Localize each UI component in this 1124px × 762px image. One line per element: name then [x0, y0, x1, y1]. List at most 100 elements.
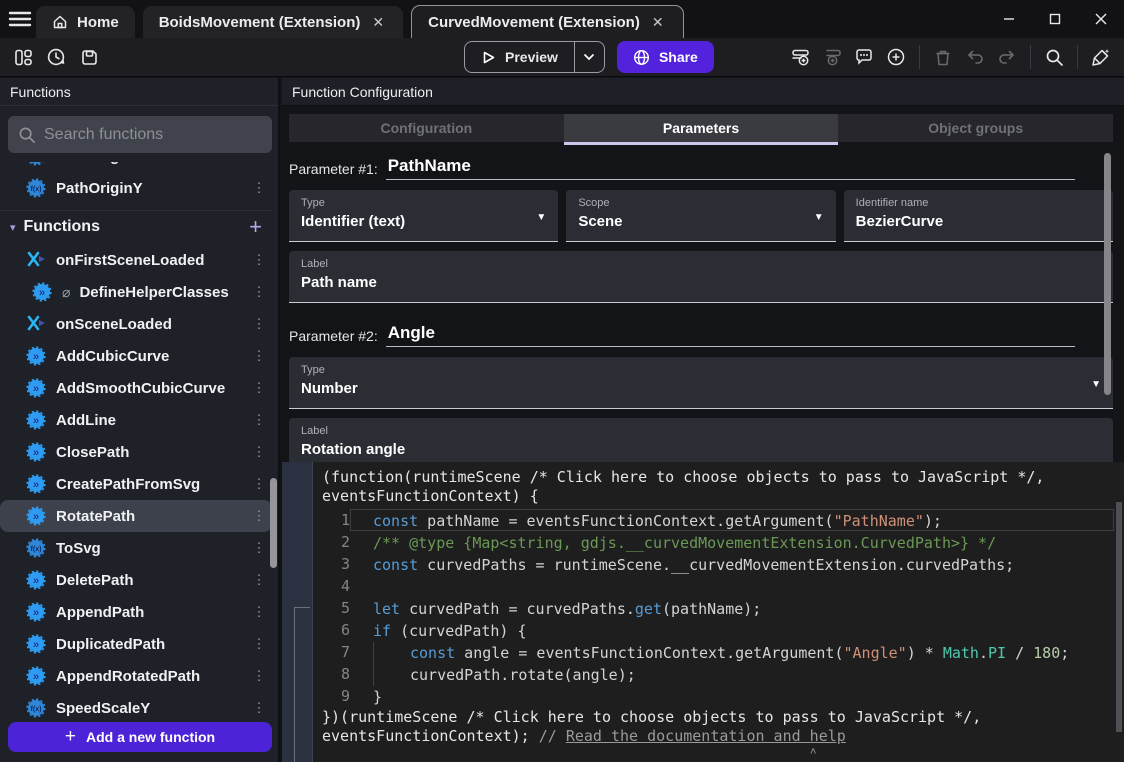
action-gear-icon: » [26, 570, 46, 590]
empty-set-icon: ⌀ [62, 284, 70, 301]
code-line-8[interactable]: 8curvedPath.rotate(angle); [314, 663, 1124, 685]
dropdown-arrow-icon[interactable]: ▼ [814, 212, 824, 223]
svg-text:»: » [33, 351, 39, 363]
function-list: onFirstSceneLoaded⋮»⌀DefineHelperClasses… [0, 244, 272, 724]
item-menu-dots-icon[interactable]: ⋮ [252, 284, 266, 300]
tab-configuration[interactable]: Configuration [289, 114, 564, 142]
field-identifier-name[interactable]: Identifier nameBezierCurve [844, 190, 1113, 242]
tab-close-icon[interactable]: ✕ [649, 12, 667, 33]
tab-boidsmovement-extension-[interactable]: BoidsMovement (Extension)✕ [143, 6, 403, 38]
item-menu-dots-icon[interactable]: ⋮ [252, 180, 266, 196]
tab-curvedmovement-extension-[interactable]: CurvedMovement (Extension)✕ [411, 5, 683, 38]
sidebar-item-closepath[interactable]: »ClosePath⋮ [0, 436, 272, 468]
field-type[interactable]: TypeIdentifier (text)▼ [289, 190, 558, 242]
item-menu-dots-icon[interactable]: ⋮ [252, 348, 266, 364]
sidebar-item-definehelperclasses[interactable]: »⌀DefineHelperClasses⋮ [0, 276, 272, 308]
sidebar-item-rotatepath[interactable]: »RotatePath⋮ [0, 500, 272, 532]
project-manager-icon[interactable] [8, 42, 38, 72]
collapse-code-caret-icon[interactable]: ˄ [810, 746, 816, 758]
collapse-triangle-icon[interactable]: ▾ [10, 221, 16, 234]
item-menu-dots-icon[interactable]: ⋮ [252, 444, 266, 460]
code-line-3[interactable]: 3const curvedPaths = runtimeScene.__curv… [314, 553, 1124, 575]
code-line-7[interactable]: 7const angle = eventsFunctionContext.get… [314, 641, 1124, 663]
code-editor-body[interactable]: (function(runtimeScene /* Click here to … [314, 462, 1124, 762]
search-functions-box[interactable] [8, 116, 272, 153]
history-icon[interactable] [41, 42, 71, 72]
add-circle-icon[interactable] [881, 42, 911, 72]
item-menu-dots-icon[interactable]: ⋮ [252, 412, 266, 428]
minimize-button[interactable] [986, 0, 1032, 38]
add-event-icon[interactable] [785, 42, 815, 72]
save-icon[interactable] [74, 42, 104, 72]
item-menu-dots-icon[interactable]: ⋮ [252, 700, 266, 716]
item-menu-dots-icon[interactable]: ⋮ [252, 476, 266, 492]
add-comment-icon[interactable] [849, 42, 879, 72]
tab-close-icon[interactable]: ✕ [369, 12, 387, 33]
redo-icon[interactable] [992, 42, 1022, 72]
code-line-9[interactable]: 9} [314, 685, 1124, 707]
item-menu-dots-icon[interactable]: ⋮ [252, 636, 266, 652]
code-scrollbar-thumb[interactable] [1116, 502, 1122, 732]
chevron-down-icon [583, 53, 595, 61]
sidebar-item-createpathfromsvg[interactable]: »CreatePathFromSvg⋮ [0, 468, 272, 500]
sidebar-item-speedscaley[interactable]: f(x)SpeedScaleY⋮ [0, 692, 272, 724]
sidebar-item-tosvg[interactable]: f(x)ToSvg⋮ [0, 532, 272, 564]
dropdown-arrow-icon[interactable]: ▼ [1091, 379, 1101, 390]
preview-dropdown-arrow[interactable] [574, 42, 604, 72]
undo-icon[interactable] [960, 42, 990, 72]
trash-icon[interactable] [928, 42, 958, 72]
item-menu-dots-icon[interactable]: ⋮ [252, 162, 266, 164]
parameters-scrollbar-thumb[interactable] [1104, 153, 1111, 395]
sidebar-item-addcubiccurve[interactable]: »AddCubicCurve⋮ [0, 340, 272, 372]
search-functions-input[interactable] [44, 126, 244, 144]
sidebar-item-appendpath[interactable]: »AppendPath⋮ [0, 596, 272, 628]
sidebar-item-addline[interactable]: »AddLine⋮ [0, 404, 272, 436]
dropdown-arrow-icon[interactable]: ▼ [536, 212, 546, 223]
code-line-4[interactable]: 4 [314, 575, 1124, 597]
item-menu-dots-icon[interactable]: ⋮ [252, 668, 266, 684]
item-menu-dots-icon[interactable]: ⋮ [252, 252, 266, 268]
javascript-code-editor[interactable]: (function(runtimeScene /* Click here to … [282, 462, 1124, 762]
sidebar-scrollbar-thumb[interactable] [270, 478, 277, 568]
tab-home[interactable]: Home [36, 6, 135, 38]
maximize-button[interactable] [1032, 0, 1078, 38]
item-menu-dots-icon[interactable]: ⋮ [252, 604, 266, 620]
hamburger-menu-icon[interactable] [8, 9, 32, 29]
preview-button[interactable]: Preview [465, 42, 574, 72]
parameter-name-input[interactable] [386, 323, 1075, 347]
code-line-6[interactable]: 6if (curvedPath) { [314, 619, 1124, 641]
code-line-2[interactable]: 2/** @type {Map<string, gdjs.__curvedMov… [314, 531, 1124, 553]
share-button[interactable]: Share [617, 41, 714, 73]
sidebar-item-onsceneloaded[interactable]: onSceneLoaded⋮ [0, 308, 272, 340]
sidebar-item-pathoriginy[interactable]: f(x)PathOriginY⋮ [0, 172, 272, 204]
field-scope[interactable]: ScopeScene▼ [566, 190, 835, 242]
tab-parameters[interactable]: Parameters [564, 114, 839, 142]
search-icon[interactable] [1039, 42, 1069, 72]
sidebar-item-deletepath[interactable]: »DeletePath⋮ [0, 564, 272, 596]
add-new-function-button[interactable]: + Add a new function [8, 722, 272, 752]
item-menu-dots-icon[interactable]: ⋮ [252, 572, 266, 588]
sidebar-item-addsmoothcubiccurve[interactable]: »AddSmoothCubicCurve⋮ [0, 372, 272, 404]
functions-section-header[interactable]: ▾ Functions + [0, 212, 272, 242]
documentation-link[interactable]: Read the documentation and help [566, 727, 846, 745]
tab-strip: HomeBoidsMovement (Extension)✕CurvedMove… [36, 5, 692, 38]
add-function-plus-icon[interactable]: + [249, 217, 262, 237]
pen-sparkle-icon[interactable] [1086, 42, 1116, 72]
field-label-input[interactable]: LabelPath name [289, 251, 1113, 303]
sidebar-item-onfirstsceneloaded[interactable]: onFirstSceneLoaded⋮ [0, 244, 272, 276]
field-type[interactable]: TypeNumber▼ [289, 357, 1113, 409]
sidebar-item-pathoriginx[interactable]: f(x)PathOriginX⋮ [0, 162, 272, 172]
add-subevent-icon[interactable] [817, 42, 847, 72]
close-button[interactable] [1078, 0, 1124, 38]
sidebar-item-appendrotatedpath[interactable]: »AppendRotatedPath⋮ [0, 660, 272, 692]
item-menu-dots-icon[interactable]: ⋮ [252, 316, 266, 332]
code-line-5[interactable]: 5let curvedPath = curvedPaths.get(pathNa… [314, 597, 1124, 619]
sidebar-item-duplicatedpath[interactable]: »DuplicatedPath⋮ [0, 628, 272, 660]
tab-object-groups[interactable]: Object groups [838, 114, 1113, 142]
parameter-name-input[interactable] [386, 156, 1075, 180]
item-menu-dots-icon[interactable]: ⋮ [252, 380, 266, 396]
item-menu-dots-icon[interactable]: ⋮ [252, 540, 266, 556]
item-menu-dots-icon[interactable]: ⋮ [252, 508, 266, 524]
code-line-1[interactable]: 1const pathName = eventsFunctionContext.… [314, 509, 1124, 531]
code-token: const [373, 512, 418, 530]
